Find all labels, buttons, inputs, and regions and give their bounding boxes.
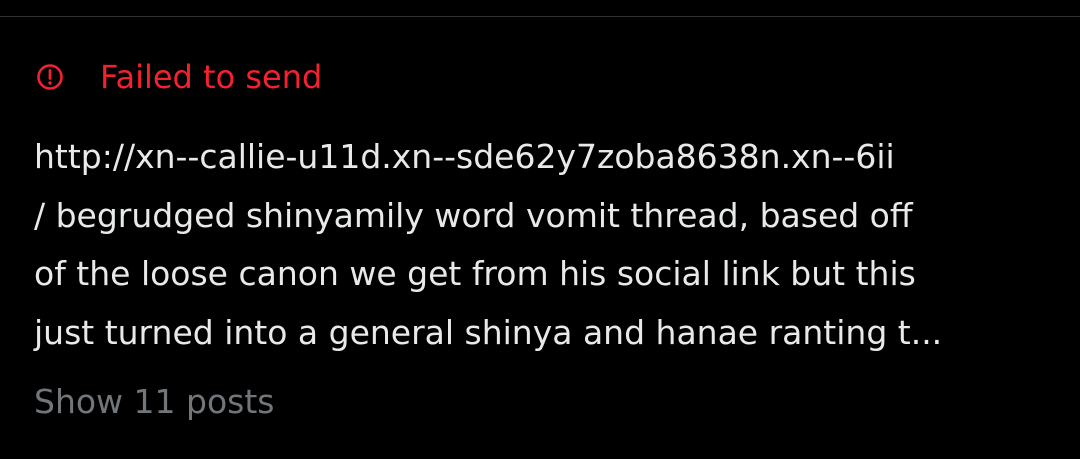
failed-to-send-label: Failed to send — [100, 58, 323, 96]
post-text-line: http://xn--callie-u11d.xn--sde62y7zoba86… — [34, 137, 895, 176]
post-text[interactable]: http://xn--callie-u11d.xn--sde62y7zoba86… — [34, 128, 1044, 362]
alert-circle-icon — [37, 64, 63, 90]
top-divider — [0, 16, 1080, 17]
post-text-line: of the loose canon we get from his socia… — [34, 254, 916, 293]
show-posts-link[interactable]: Show 11 posts — [34, 380, 274, 424]
post-text-line: / begrudged shinyamily word vomit thread… — [34, 195, 913, 235]
failed-to-send-status[interactable]: Failed to send — [36, 56, 322, 98]
post-text-line: just turned into a general shinya and ha… — [34, 312, 943, 352]
